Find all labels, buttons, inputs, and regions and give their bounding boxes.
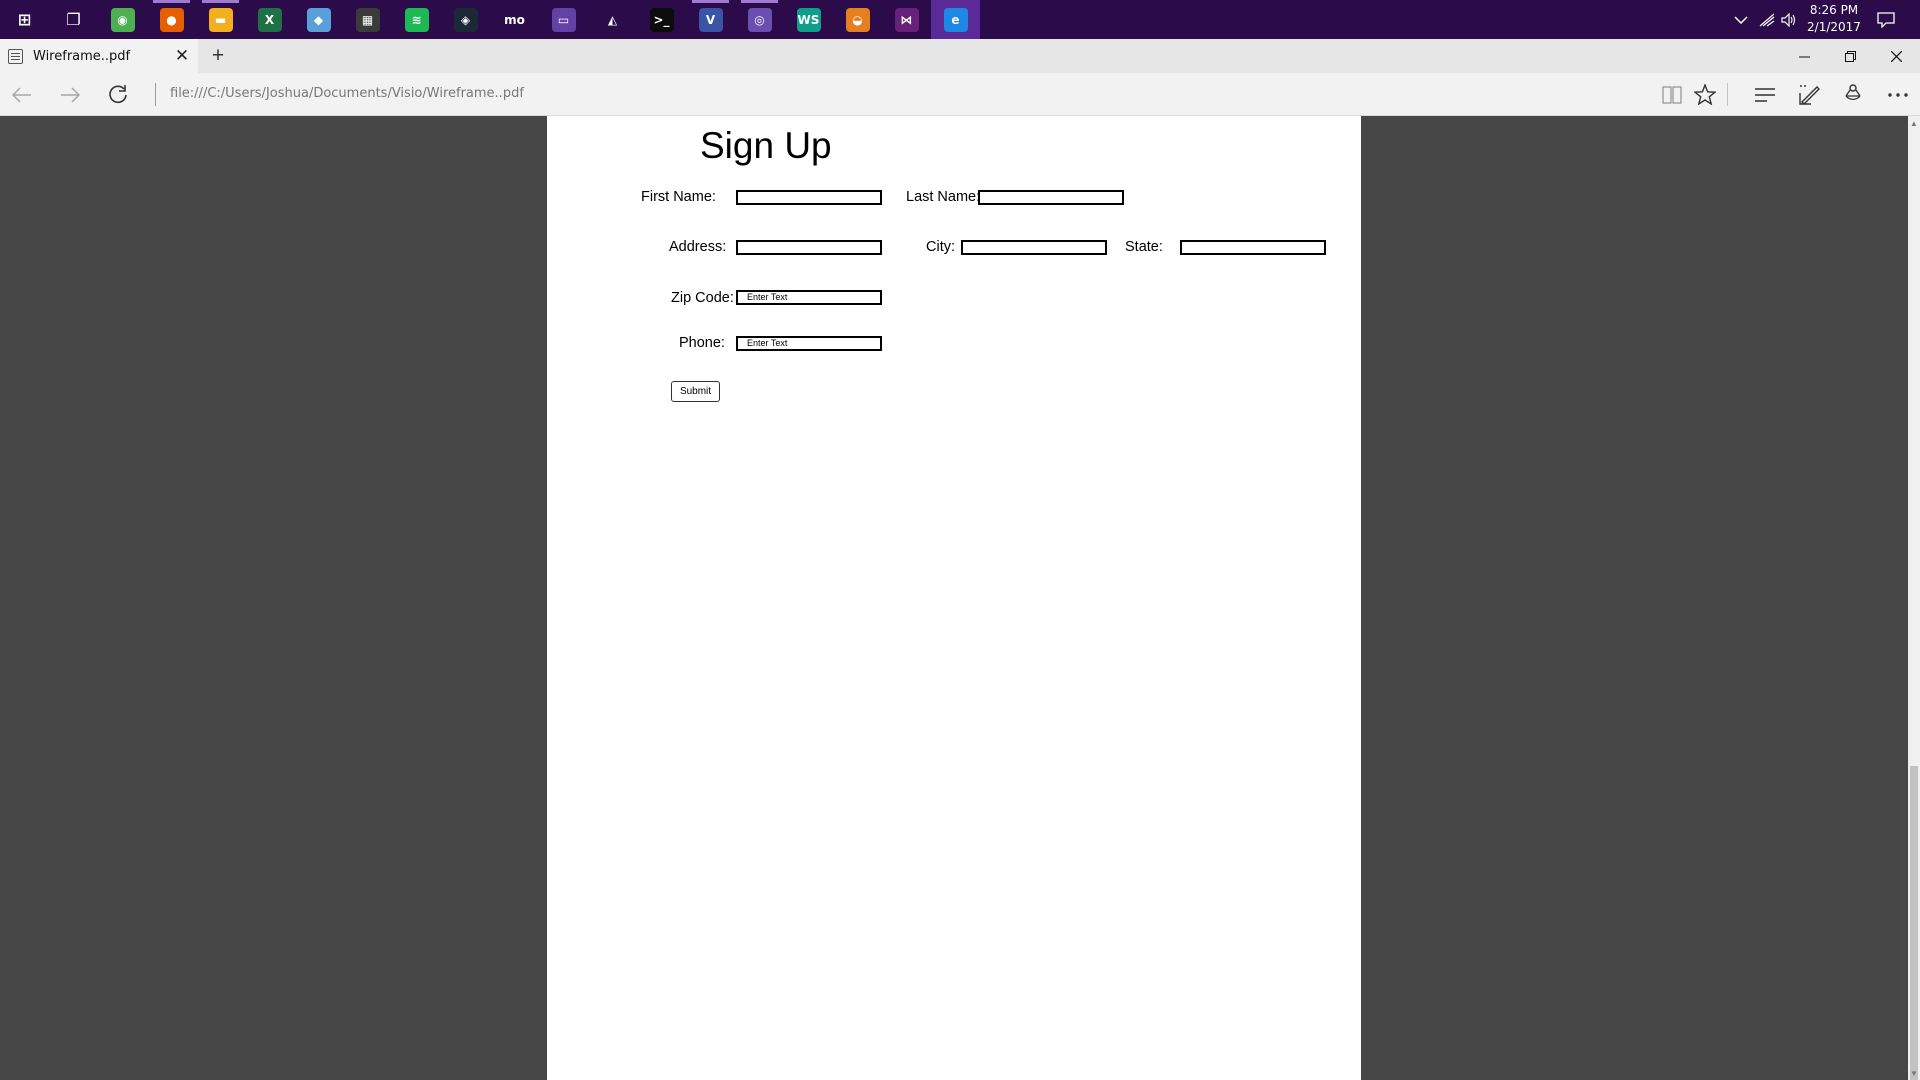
start-button[interactable]: ⊞ — [0, 0, 49, 39]
visio-taskbar-button[interactable]: V — [686, 0, 735, 39]
chrome-taskbar-button[interactable]: ◉ — [98, 0, 147, 39]
steam-icon: ◈ — [453, 7, 478, 32]
pdf-viewer: Sign Up First Name: Last Name: Address: … — [0, 116, 1920, 1080]
phone-field[interactable]: Enter Text — [736, 336, 882, 351]
webstorm-icon: WS — [796, 7, 821, 32]
visio-icon: V — [698, 7, 723, 32]
visio-viewer-taskbar-button[interactable]: ◆ — [294, 0, 343, 39]
taskbar: ⊞ ❐ ◉ ● ▬ X ◆ ▦ ≋ ◈ mo ▭ ◭ >_ V ◎ WS ◒ ⋈ e 8:26 PM 2/1/2017 — [0, 0, 1920, 39]
action-center-icon[interactable] — [1870, 0, 1902, 39]
edge-taskbar-button[interactable]: e — [931, 0, 980, 39]
app-icon: ◒ — [845, 7, 870, 32]
clock-time: 8:26 PM — [1809, 3, 1859, 17]
first-name-field[interactable] — [736, 190, 882, 205]
first-name-label: First Name: — [641, 189, 716, 205]
media-app-taskbar-button[interactable]: ◎ — [735, 0, 784, 39]
clock[interactable]: 8:26 PM 2/1/2017 — [1792, 2, 1876, 36]
pdf-document-icon — [8, 48, 23, 64]
forward-button[interactable] — [48, 73, 92, 116]
excel-taskbar-button[interactable]: X — [245, 0, 294, 39]
toolbar-separator — [1727, 83, 1728, 106]
scroll-down-arrow-icon[interactable]: ▼ — [1908, 1066, 1920, 1080]
zip-code-field[interactable]: Enter Text — [736, 290, 882, 305]
refresh-button[interactable] — [96, 73, 140, 116]
firefox-taskbar-button[interactable]: ● — [147, 0, 196, 39]
start-icon: ⊞ — [12, 7, 37, 32]
mo-app-icon: mo — [502, 7, 527, 32]
address-label: Address: — [669, 239, 727, 255]
page-title: Sign Up — [700, 125, 832, 166]
hub-icon[interactable] — [1743, 73, 1787, 116]
file-explorer-taskbar-button[interactable]: ▬ — [196, 0, 245, 39]
tab-title: Wireframe..pdf — [33, 48, 131, 64]
twitch-icon: ▭ — [551, 7, 576, 32]
browser-tab-strip: Wireframe..pdf ✕ + — [0, 39, 1920, 73]
terminal-icon: >_ — [649, 7, 674, 32]
excel-icon: X — [257, 7, 282, 32]
city-field[interactable] — [961, 240, 1107, 255]
chrome-icon: ◉ — [110, 7, 135, 32]
show-hidden-icons-chevron-icon[interactable] — [1726, 0, 1756, 39]
steam-taskbar-button[interactable]: ◈ — [441, 0, 490, 39]
visio-viewer-icon: ◆ — [306, 7, 331, 32]
address-field[interactable] — [736, 240, 882, 255]
last-name-field[interactable] — [978, 190, 1124, 205]
last-name-label: Last Name: — [906, 189, 981, 205]
clock-date: 2/1/2017 — [1807, 20, 1861, 34]
state-field[interactable] — [1180, 240, 1326, 255]
zip-code-label: Zip Code: — [671, 290, 734, 306]
zip-code-placeholder: Enter Text — [747, 292, 788, 302]
app-taskbar-button[interactable]: ◒ — [833, 0, 882, 39]
vertical-scrollbar[interactable]: ▲ ▼ — [1908, 116, 1920, 1080]
spotify-taskbar-button[interactable]: ≋ — [392, 0, 441, 39]
calculator-taskbar-button[interactable]: ▦ — [343, 0, 392, 39]
unity-icon: ◭ — [600, 7, 625, 32]
close-window-button[interactable] — [1873, 39, 1919, 73]
network-icon[interactable] — [1756, 0, 1778, 39]
tab-wireframe-pdf[interactable]: Wireframe..pdf ✕ — [0, 39, 198, 73]
firefox-icon: ● — [159, 7, 184, 32]
unity-taskbar-button[interactable]: ◭ — [588, 0, 637, 39]
file-explorer-icon: ▬ — [208, 7, 233, 32]
scrollbar-thumb[interactable] — [1910, 766, 1918, 1080]
mo-app-taskbar-button[interactable]: mo — [490, 0, 539, 39]
phone-label: Phone: — [679, 335, 725, 351]
restore-button[interactable] — [1827, 39, 1873, 73]
calculator-icon: ▦ — [355, 7, 380, 32]
more-options-icon[interactable] — [1876, 73, 1920, 116]
visual-studio-icon: ⋈ — [894, 7, 919, 32]
media-app-icon: ◎ — [747, 7, 772, 32]
terminal-taskbar-button[interactable]: >_ — [637, 0, 686, 39]
phone-placeholder: Enter Text — [747, 338, 788, 348]
browser-nav-bar: file:///C:/Users/Joshua/Documents/Visio/… — [0, 73, 1920, 116]
minimize-button[interactable] — [1781, 39, 1827, 73]
task-view-icon: ❐ — [61, 7, 86, 32]
address-separator — [155, 83, 156, 106]
close-tab-icon[interactable]: ✕ — [170, 44, 194, 68]
submit-button[interactable]: Submit — [671, 381, 720, 402]
visual-studio-taskbar-button[interactable]: ⋈ — [882, 0, 931, 39]
scroll-up-arrow-icon[interactable]: ▲ — [1908, 116, 1920, 130]
web-note-icon[interactable] — [1787, 73, 1831, 116]
twitch-taskbar-button[interactable]: ▭ — [539, 0, 588, 39]
pdf-page: Sign Up First Name: Last Name: Address: … — [547, 116, 1361, 1080]
state-label: State: — [1125, 239, 1163, 255]
city-label: City: — [926, 239, 955, 255]
address-bar[interactable]: file:///C:/Users/Joshua/Documents/Visio/… — [170, 86, 524, 101]
task-view-button[interactable]: ❐ — [49, 0, 98, 39]
webstorm-taskbar-button[interactable]: WS — [784, 0, 833, 39]
back-button[interactable] — [0, 73, 44, 116]
favorite-star-icon[interactable] — [1683, 73, 1727, 116]
new-tab-button[interactable]: + — [204, 39, 232, 73]
spotify-icon: ≋ — [404, 7, 429, 32]
share-icon[interactable] — [1831, 73, 1875, 116]
edge-icon: e — [943, 7, 968, 32]
